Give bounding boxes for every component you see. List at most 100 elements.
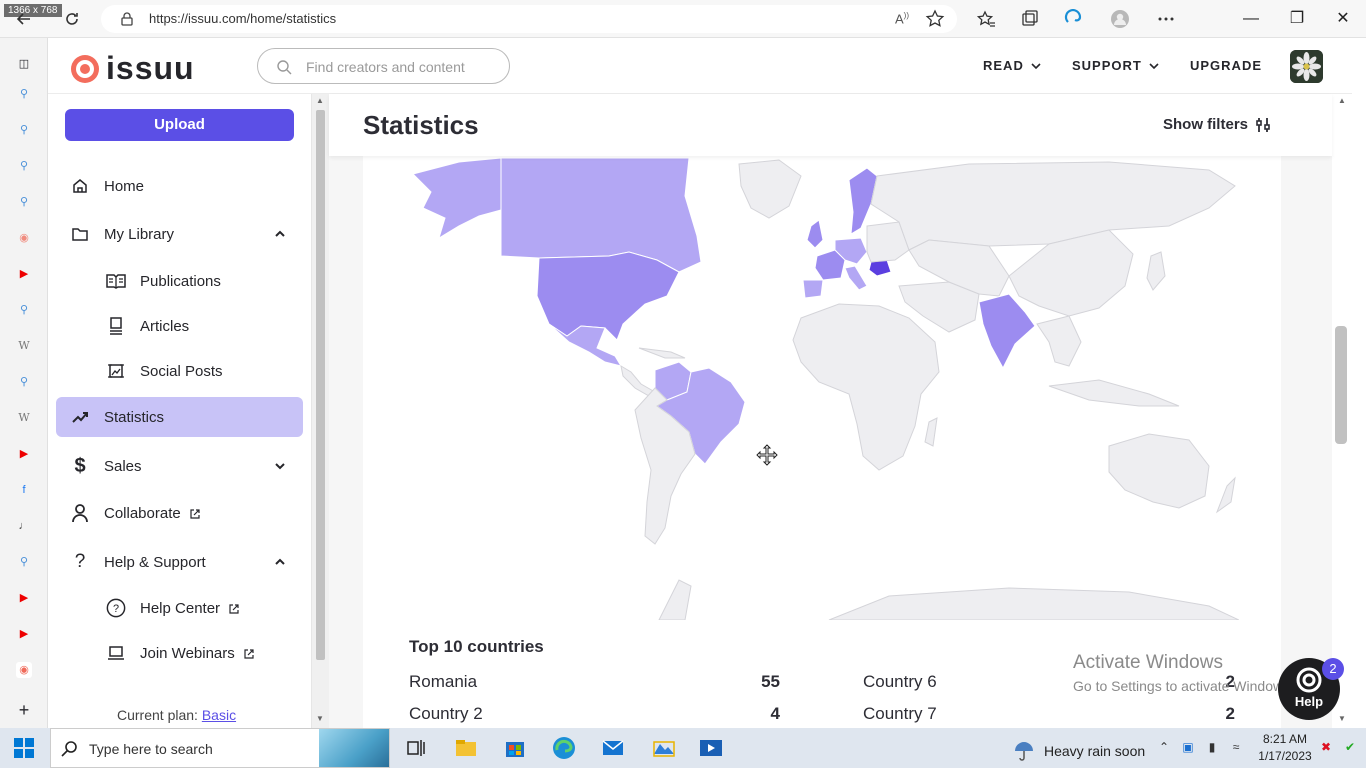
minimize-icon[interactable]: —: [1240, 8, 1262, 30]
favorites-icon[interactable]: [976, 9, 996, 29]
sidebar-item-collaborate[interactable]: Collaborate: [56, 493, 303, 533]
sidebar-scrollbar[interactable]: ▲ ▼: [312, 94, 329, 728]
mail-icon[interactable]: [601, 736, 625, 760]
new-tab-icon[interactable]: +: [16, 701, 32, 719]
nav-support[interactable]: SUPPORT: [1072, 58, 1160, 73]
show-filters-button[interactable]: Show filters: [1163, 116, 1270, 133]
sidebar-item-articles[interactable]: Articles: [56, 306, 303, 346]
clock-date: 1/17/2023: [1258, 749, 1312, 763]
map-romania: [868, 259, 892, 277]
tab-panel-icon[interactable]: ◫: [16, 56, 32, 72]
sidebar-item-sales[interactable]: $ Sales: [56, 446, 303, 486]
laptop-icon: [106, 643, 126, 663]
search-tab-icon[interactable]: ⚲: [16, 158, 32, 174]
sidebar-scroll-thumb[interactable]: [316, 110, 325, 660]
youtube-tab-icon[interactable]: ▶: [16, 446, 32, 462]
sidebar-item-my-library[interactable]: My Library: [56, 214, 303, 254]
nav-read-label: READ: [983, 58, 1024, 73]
chevron-up-icon[interactable]: ⌃: [1156, 740, 1172, 756]
close-x-icon[interactable]: ✖: [1318, 740, 1334, 756]
back-icon[interactable]: [14, 9, 34, 29]
activate-windows-watermark: Activate Windows Go to Settings to activ…: [1073, 652, 1294, 694]
chevron-up-icon[interactable]: [273, 227, 287, 241]
main-content: Statistics Show filters Top 10 countries…: [329, 94, 1332, 728]
main-scroll-thumb[interactable]: [1335, 326, 1347, 444]
issuu-tab-icon[interactable]: ◉: [16, 230, 32, 246]
check-icon[interactable]: ✔: [1342, 740, 1358, 756]
search-tab-icon[interactable]: ⚲: [16, 194, 32, 210]
weather-text: Heavy rain soon: [1044, 743, 1146, 759]
edge-extension-icon[interactable]: [1064, 9, 1084, 29]
plan-link[interactable]: Basic: [202, 707, 236, 723]
sidebar-item-home[interactable]: Home: [56, 166, 303, 206]
refresh-icon[interactable]: [62, 9, 82, 29]
search-tab-icon[interactable]: ⚲: [16, 86, 32, 102]
sidebar-item-social-posts[interactable]: Social Posts: [56, 351, 303, 391]
chevron-down-icon[interactable]: [273, 459, 287, 473]
search-tab-icon[interactable]: ⚲: [16, 122, 32, 138]
battery-icon[interactable]: ▮: [1204, 740, 1220, 756]
read-aloud-icon[interactable]: A)): [895, 11, 909, 26]
microsoft-store-icon[interactable]: [503, 736, 527, 760]
profile-icon[interactable]: [1110, 9, 1130, 29]
wikipedia-tab-icon[interactable]: W: [16, 338, 32, 354]
chevron-down-icon: [1149, 62, 1159, 69]
task-view-icon[interactable]: [404, 736, 428, 760]
favorite-add-icon[interactable]: [925, 9, 945, 29]
sidebar: Upload Home My Library Publications Arti…: [48, 94, 312, 728]
edge-browser-icon[interactable]: [552, 736, 576, 760]
nav-read[interactable]: READ: [983, 58, 1042, 73]
sidebar-item-help-support[interactable]: ? Help & Support: [56, 542, 303, 582]
avatar[interactable]: [1290, 50, 1323, 83]
upload-button[interactable]: Upload: [65, 109, 294, 141]
collections-icon[interactable]: [1020, 9, 1040, 29]
issuu-logo[interactable]: issuu: [70, 50, 195, 87]
map-india: [978, 293, 1036, 370]
taskbar-search[interactable]: Type here to search: [50, 728, 390, 768]
speaker-tab-icon[interactable]: ♩: [16, 518, 32, 534]
video-app-icon[interactable]: [699, 736, 723, 760]
help-circle-icon: ?: [106, 598, 126, 618]
map-russia: [870, 161, 1236, 251]
nav-upgrade[interactable]: UPGRADE: [1190, 58, 1262, 73]
country-name: Country 7: [863, 704, 937, 723]
file-explorer-icon[interactable]: [454, 736, 478, 760]
file-manager-icon[interactable]: [652, 736, 676, 760]
book-open-icon: [106, 271, 126, 291]
facebook-tab-icon[interactable]: f: [16, 482, 32, 498]
issuu-tab-icon-active[interactable]: ◉: [16, 662, 32, 678]
dollar-icon: $: [74, 454, 86, 477]
more-icon[interactable]: [1156, 9, 1176, 29]
youtube-tab-icon[interactable]: ▶: [16, 266, 32, 282]
youtube-tab-icon[interactable]: ▶: [16, 626, 32, 642]
search-tab-icon[interactable]: ⚲: [16, 374, 32, 390]
meet-now-icon[interactable]: ▣: [1180, 740, 1196, 756]
taskbar-clock[interactable]: 8:21 AM 1/17/2023: [1255, 731, 1315, 765]
chevron-up-icon[interactable]: [273, 555, 287, 569]
map-madagascar: [924, 417, 938, 447]
youtube-tab-icon[interactable]: ▶: [16, 590, 32, 606]
map-uk: [806, 219, 824, 249]
search-input[interactable]: Find creators and content: [257, 48, 510, 84]
sidebar-item-statistics[interactable]: Statistics: [56, 397, 303, 437]
sidebar-item-label: Publications: [140, 272, 221, 290]
main-scrollbar[interactable]: ▲ ▼: [1332, 94, 1352, 728]
close-icon[interactable]: ✕: [1332, 8, 1354, 30]
restore-icon[interactable]: ❐: [1286, 8, 1308, 30]
sidebar-item-publications[interactable]: Publications: [56, 261, 303, 301]
trend-icon: [70, 407, 90, 427]
sidebar-item-help-center[interactable]: ? Help Center: [56, 588, 303, 628]
sidebar-item-label: Articles: [140, 317, 190, 335]
page-title: Statistics: [363, 110, 479, 140]
map-new-zealand: [1215, 476, 1236, 514]
wifi-icon[interactable]: ≈: [1228, 740, 1244, 756]
weather-widget[interactable]: Heavy rain soon: [1012, 739, 1145, 763]
search-tab-icon[interactable]: ⚲: [16, 302, 32, 318]
search-tab-icon[interactable]: ⚲: [16, 554, 32, 570]
address-bar[interactable]: https://issuu.com/home/statistics A)): [101, 5, 957, 33]
country-name: Romania: [409, 672, 478, 691]
sidebar-item-join-webinars[interactable]: Join Webinars: [56, 633, 303, 673]
url-text[interactable]: https://issuu.com/home/statistics: [149, 11, 336, 26]
wikipedia-tab-icon[interactable]: W: [16, 410, 32, 426]
windows-start-icon[interactable]: [14, 738, 34, 758]
